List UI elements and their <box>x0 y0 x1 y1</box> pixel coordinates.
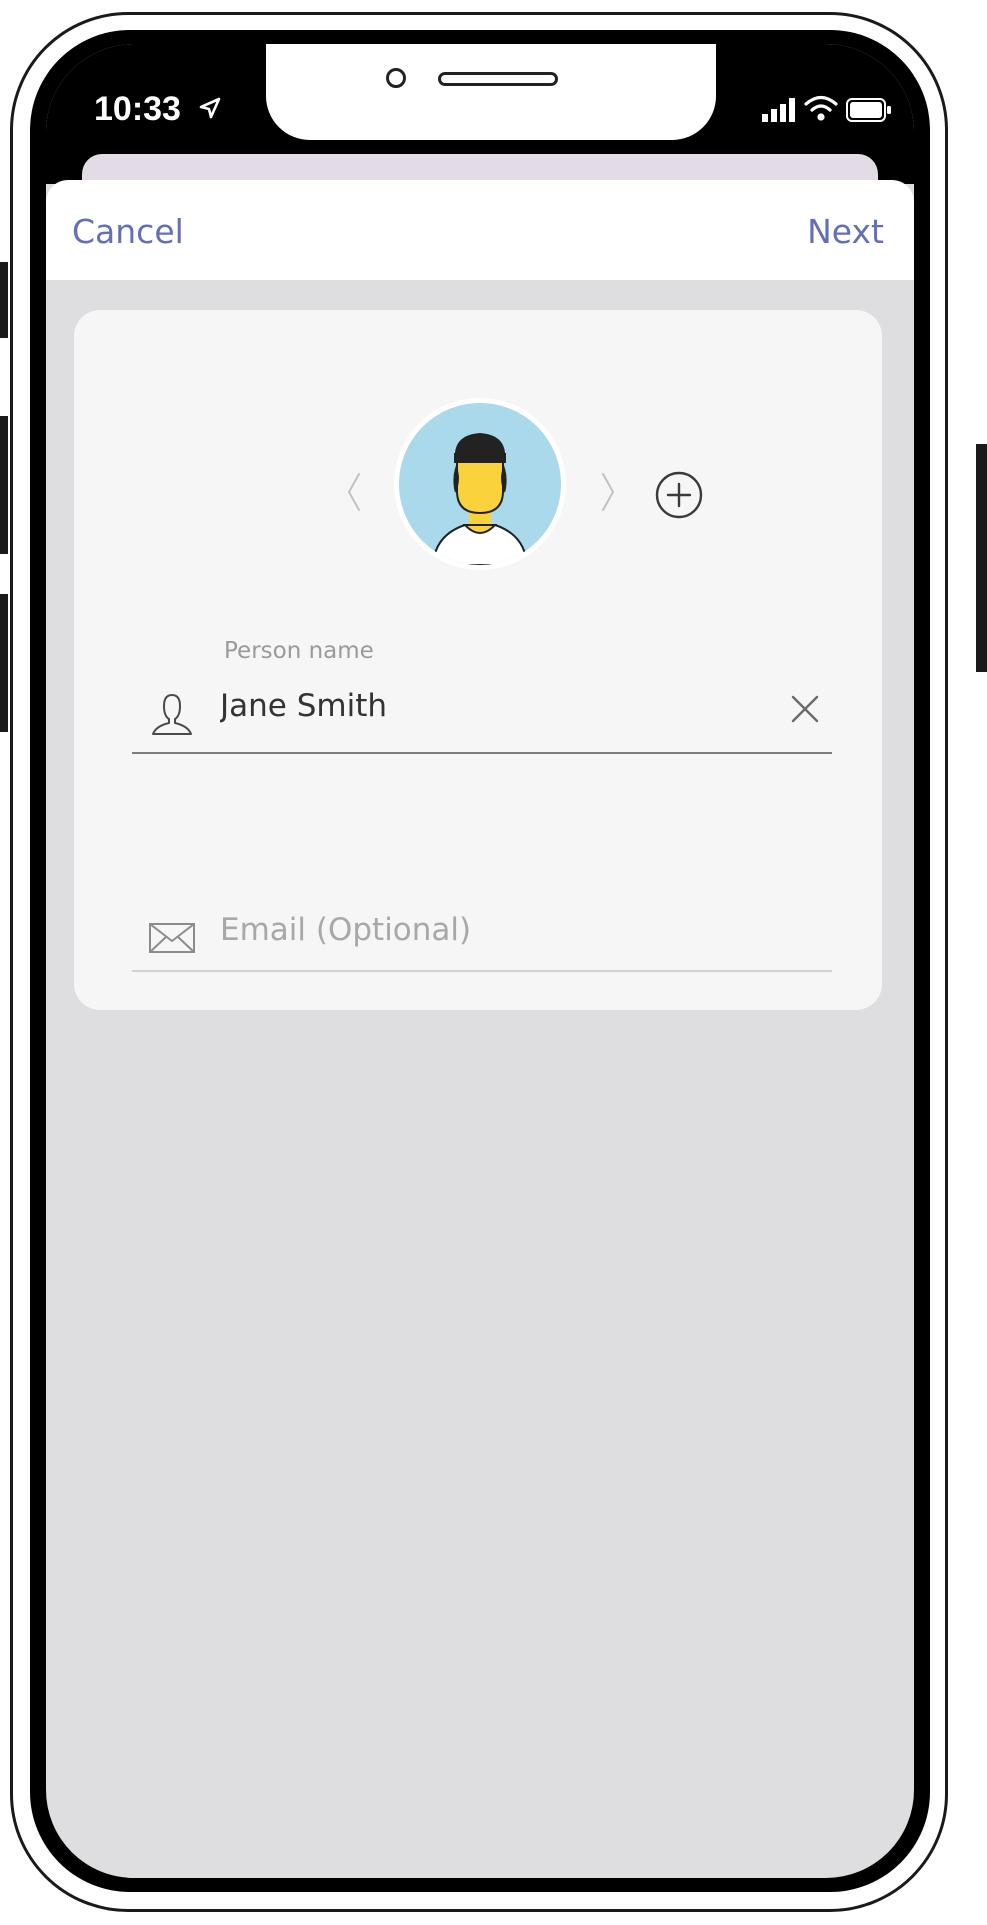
chevron-right-icon[interactable] <box>600 472 616 516</box>
phone-screen: 10:33 Cancel Next Person name Jane Smith… <box>46 44 914 1878</box>
next-button[interactable]: Next <box>807 212 884 251</box>
wifi-icon <box>804 94 838 126</box>
cancel-button[interactable]: Cancel <box>72 212 184 251</box>
person-avatar-icon <box>399 403 561 565</box>
name-field-underline <box>132 752 832 754</box>
signal-icon <box>762 98 796 126</box>
status-time: 10:33 <box>94 90 181 128</box>
person-name-label: Person name <box>224 638 374 664</box>
power-button <box>976 444 987 672</box>
mute-switch <box>0 262 8 338</box>
notch <box>266 44 716 140</box>
person-icon <box>148 692 196 740</box>
nav-bar: Cancel Next <box>46 180 914 280</box>
battery-icon <box>846 98 892 126</box>
chevron-left-icon[interactable] <box>346 472 362 516</box>
location-icon <box>198 96 222 124</box>
phone-bezel: 10:33 Cancel Next Person name Jane Smith… <box>30 30 930 1892</box>
email-input[interactable] <box>220 904 800 956</box>
person-name-input[interactable] <box>220 682 740 730</box>
close-icon[interactable] <box>790 694 820 728</box>
camera-icon <box>386 68 406 88</box>
email-field-underline <box>132 970 832 972</box>
speaker-icon <box>438 72 558 86</box>
person-form-card: Person name <box>74 310 882 1010</box>
avatar[interactable] <box>394 398 566 570</box>
volume-up-button <box>0 416 8 554</box>
add-circle-icon[interactable] <box>654 470 704 524</box>
volume-down-button <box>0 594 8 732</box>
mail-icon <box>148 922 196 958</box>
